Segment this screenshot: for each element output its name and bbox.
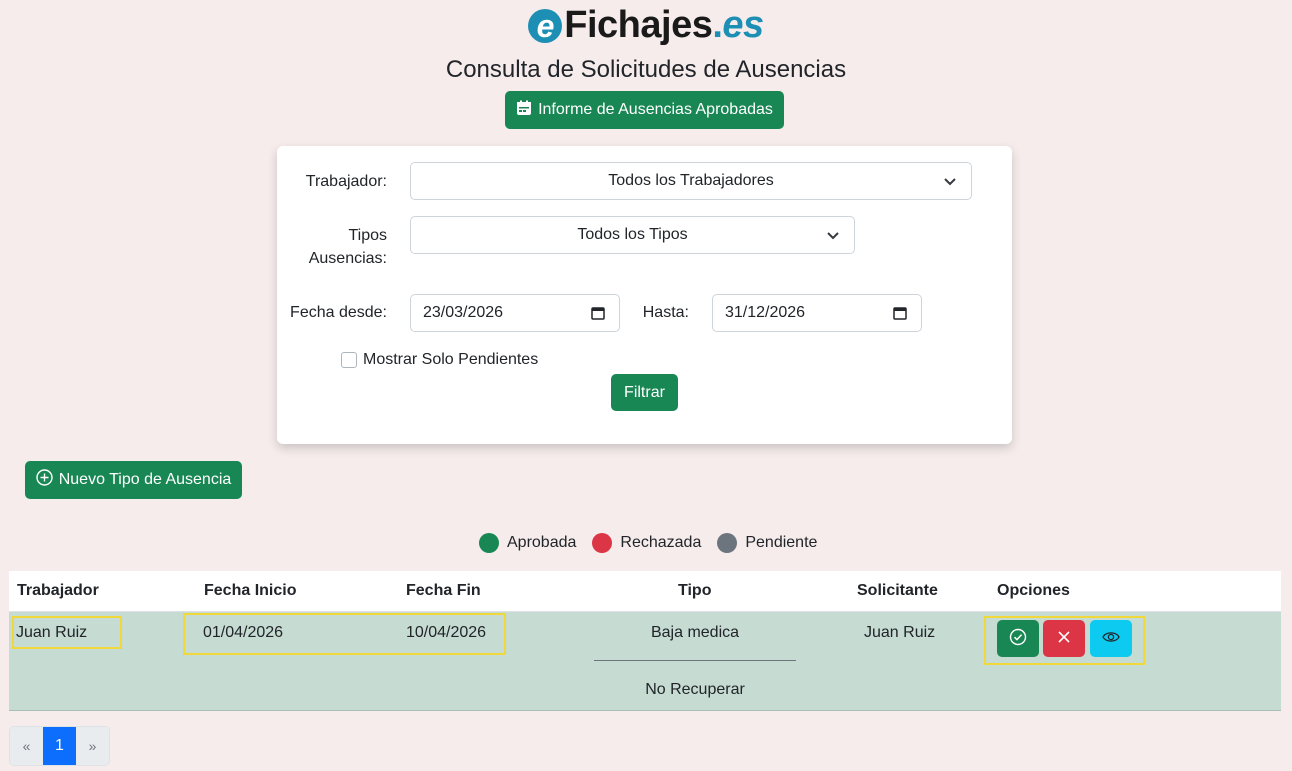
header-opciones: Opciones: [997, 582, 1070, 599]
tipos-label-line1: Tipos: [348, 227, 387, 244]
status-legend: Aprobada Rechazada Pendiente: [479, 533, 833, 553]
trabajador-label: Trabajador:: [305, 173, 387, 190]
cell-tipo: Baja medica: [650, 624, 740, 641]
pagination-prev[interactable]: «: [10, 727, 43, 765]
filter-card: Trabajador: Todos los Trabajadores Tipos…: [277, 146, 1012, 444]
fecha-desde-input[interactable]: 23/03/2026: [410, 294, 620, 332]
legend-rechazada: Rechazada: [592, 533, 701, 553]
nuevo-tipo-ausencia-button[interactable]: Nuevo Tipo de Ausencia: [25, 461, 242, 499]
mostrar-pendientes-row: Mostrar Solo Pendientes: [341, 351, 538, 369]
tipos-label-line2: Ausencias:: [308, 250, 387, 267]
reject-button[interactable]: [1043, 620, 1085, 657]
eye-icon: [1102, 630, 1120, 647]
logo: e Fichajes . es: [0, 4, 1292, 48]
trabajador-select-value: Todos los Trabajadores: [608, 172, 774, 189]
cell-trabajador: Juan Ruiz: [16, 624, 88, 641]
header-tipo: Tipo: [678, 582, 712, 599]
chevron-down-icon: [826, 228, 840, 247]
cell-fecha-inicio: 01/04/2026: [203, 624, 284, 641]
tipos-ausencia-select[interactable]: Todos los Tipos: [410, 216, 855, 254]
logo-main-text: Fichajes: [564, 4, 713, 46]
table-row: Juan Ruiz 01/04/2026 10/04/2026 Baja med…: [9, 612, 1281, 711]
check-circle-icon: [1009, 628, 1027, 649]
logo-e-mark: e: [528, 8, 563, 43]
calendar-icon[interactable]: [893, 306, 907, 325]
cell-solicitante: Juan Ruiz: [864, 624, 936, 641]
header-fecha-fin: Fecha Fin: [406, 582, 481, 599]
mostrar-pendientes-checkbox[interactable]: [341, 352, 357, 368]
legend-pendiente: Pendiente: [717, 533, 817, 553]
nuevo-tipo-label: Nuevo Tipo de Ausencia: [58, 471, 232, 488]
calendar-icon: [516, 100, 532, 121]
logo-tld: es: [722, 4, 764, 46]
hasta-value: 31/12/2026: [725, 304, 806, 321]
tipo-divider: [594, 660, 796, 661]
tipos-select-value: Todos los Tipos: [577, 226, 688, 243]
trabajador-select[interactable]: Todos los Trabajadores: [410, 162, 972, 200]
hasta-label: Hasta:: [642, 304, 689, 321]
x-icon: [1056, 629, 1072, 648]
header-solicitante: Solicitante: [857, 582, 938, 599]
header-fecha-inicio: Fecha Inicio: [204, 582, 297, 599]
legend-label-rechazada: Rechazada: [620, 534, 702, 551]
legend-dot-aprobada: [479, 533, 499, 553]
page-title: Consulta de Solicitudes de Ausencias: [445, 56, 847, 83]
legend-label-aprobada: Aprobada: [507, 534, 577, 551]
legend-dot-pendiente: [717, 533, 738, 553]
legend-aprobada: Aprobada: [479, 533, 576, 553]
pagination-page-1[interactable]: 1: [43, 727, 76, 765]
plus-circle-icon: [36, 469, 53, 491]
informe-button-label: Informe de Ausencias Aprobadas: [538, 101, 773, 118]
fecha-desde-label: Fecha desde:: [290, 304, 387, 321]
table-header: Trabajador Fecha Inicio Fecha Fin Tipo S…: [9, 571, 1281, 612]
legend-label-pendiente: Pendiente: [745, 534, 818, 551]
cell-fecha-fin: 10/04/2026: [406, 624, 487, 641]
hasta-input[interactable]: 31/12/2026: [712, 294, 922, 332]
informe-ausencias-button[interactable]: Informe de Ausencias Aprobadas: [505, 91, 784, 129]
solicitudes-table: Trabajador Fecha Inicio Fecha Fin Tipo S…: [9, 571, 1281, 711]
pagination: « 1 »: [9, 726, 110, 766]
fecha-desde-value: 23/03/2026: [423, 304, 504, 321]
cell-tipo-detalle: No Recuperar: [645, 681, 745, 698]
view-button[interactable]: [1090, 620, 1132, 657]
chevron-down-icon: [943, 174, 957, 193]
calendar-icon[interactable]: [591, 306, 605, 325]
approve-button[interactable]: [997, 620, 1039, 657]
header-trabajador: Trabajador: [17, 582, 99, 599]
filtrar-button[interactable]: Filtrar: [611, 374, 678, 411]
pagination-next[interactable]: »: [76, 727, 109, 765]
logo-dot: .: [712, 4, 723, 46]
legend-dot-rechazada: [592, 533, 613, 553]
mostrar-pendientes-label[interactable]: Mostrar Solo Pendientes: [363, 351, 538, 369]
